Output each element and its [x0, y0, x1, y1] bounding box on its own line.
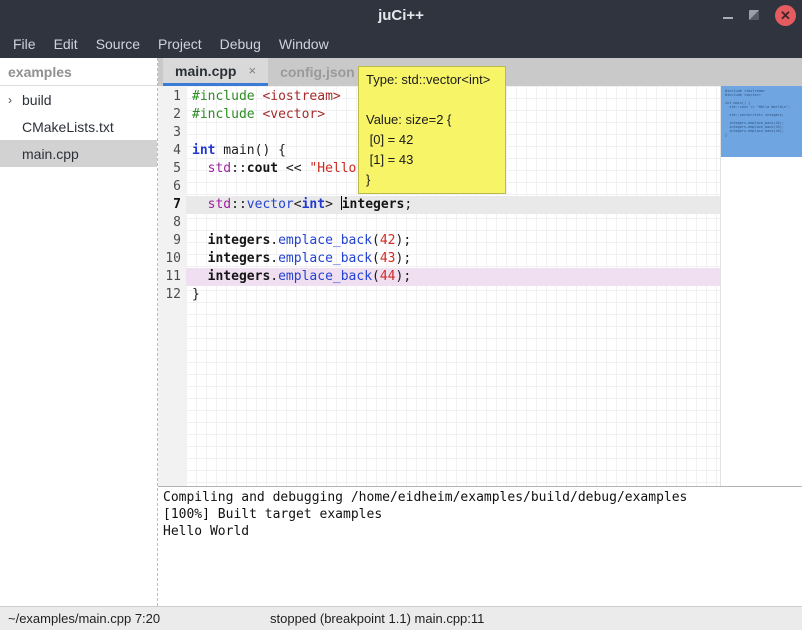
tree-item-label: CMakeLists.txt: [22, 119, 114, 135]
code-token: .: [270, 269, 278, 284]
build-output-terminal[interactable]: Compiling and debugging /home/eidheim/ex…: [158, 486, 802, 606]
code-token: <: [294, 197, 302, 212]
tree-item-cmakelists-txt[interactable]: CMakeLists.txt: [0, 113, 157, 140]
code-line-9: integers.emplace_back(42);: [186, 232, 720, 250]
minimap[interactable]: #include <iostream> #include <vector> in…: [720, 86, 802, 486]
code-token: emplace_back: [278, 251, 372, 266]
code-token: .: [270, 233, 278, 248]
code-token: integers: [208, 269, 271, 284]
code-token: <<: [278, 161, 309, 176]
line-number: 2: [158, 106, 186, 124]
expander-chevron-icon[interactable]: ›: [8, 93, 22, 107]
tab-label: config.json: [280, 64, 355, 80]
code-token: integers: [342, 197, 405, 212]
code-token: ::: [231, 161, 247, 176]
line-number: 1: [158, 88, 186, 106]
code-token: int: [192, 143, 215, 158]
project-name-header: examples: [0, 58, 157, 86]
line-number: 8: [158, 214, 186, 232]
code-token: 42: [380, 233, 396, 248]
file-tree-sidebar: examples ›build CMakeLists.txt main.cpp: [0, 58, 158, 606]
line-number: 9: [158, 232, 186, 250]
menu-item-window[interactable]: Window: [270, 30, 338, 58]
code-line-8: [186, 214, 720, 232]
code-token: #include: [192, 89, 255, 104]
code-token: ;: [404, 197, 412, 212]
code-token: (: [372, 269, 380, 284]
code-token: cout: [247, 161, 278, 176]
line-number: 11: [158, 268, 186, 286]
tab-label: main.cpp: [175, 63, 236, 79]
cursor-location-status: ~/examples/main.cpp 7:20: [0, 611, 160, 626]
code-token: std: [208, 161, 231, 176]
code-token: [192, 251, 208, 266]
code-token: [192, 269, 208, 284]
code-token: );: [396, 269, 412, 284]
file-tree: ›build CMakeLists.txt main.cpp: [0, 86, 157, 167]
tree-item-label: build: [22, 92, 52, 108]
code-line-10: integers.emplace_back(43);: [186, 250, 720, 268]
code-token: #include: [192, 107, 255, 122]
code-token: std: [208, 197, 231, 212]
code-token: main() {: [215, 143, 285, 158]
code-token: (: [372, 251, 380, 266]
code-token: emplace_back: [278, 233, 372, 248]
line-number: 12: [158, 286, 186, 304]
tree-item-main-cpp[interactable]: main.cpp: [0, 140, 157, 167]
restore-icon[interactable]: [749, 10, 759, 20]
tab-config-json[interactable]: config.json: [268, 58, 367, 86]
tree-item-build[interactable]: ›build: [0, 86, 157, 113]
tab-main-cpp[interactable]: main.cpp ×: [163, 58, 268, 86]
code-token: .: [270, 251, 278, 266]
code-token: }: [192, 287, 200, 302]
code-token: (: [372, 233, 380, 248]
code-token: [192, 161, 208, 176]
menu-item-source[interactable]: Source: [87, 30, 149, 58]
minimap-viewport[interactable]: #include <iostream> #include <vector> in…: [721, 86, 802, 157]
code-token: );: [396, 251, 412, 266]
window-title: juCi++: [378, 7, 424, 24]
code-token: emplace_back: [278, 269, 372, 284]
code-token: integers: [208, 233, 271, 248]
close-icon[interactable]: ✕: [775, 5, 796, 26]
minimap-code-preview: #include <iostream> #include <vector> in…: [721, 86, 802, 137]
titlebar[interactable]: juCi++ ✕: [0, 0, 802, 30]
menu-item-edit[interactable]: Edit: [45, 30, 87, 58]
code-token: [192, 197, 208, 212]
tab-close-icon[interactable]: ×: [248, 63, 256, 78]
code-token: );: [396, 233, 412, 248]
line-number: 10: [158, 250, 186, 268]
menubar: FileEditSourceProjectDebugWindow: [0, 30, 802, 58]
code-token: vector: [247, 197, 294, 212]
code-token: 44: [380, 269, 396, 284]
line-number: 4: [158, 142, 186, 160]
code-token: <iostream>: [262, 89, 340, 104]
code-token: integers: [208, 251, 271, 266]
debug-value-tooltip: Type: std::vector<int> Value: size=2 { […: [358, 66, 506, 194]
code-line-7: std::vector<int> integers;: [186, 196, 720, 214]
terminal-output: Compiling and debugging /home/eidheim/ex…: [158, 487, 802, 540]
code-token: [192, 233, 208, 248]
menu-item-file[interactable]: File: [4, 30, 45, 58]
juci-window: juCi++ ✕ FileEditSourceProjectDebugWindo…: [0, 0, 802, 630]
code-token: >: [325, 197, 341, 212]
code-line-11: integers.emplace_back(44);: [186, 268, 720, 286]
line-number: 3: [158, 124, 186, 142]
line-number: 5: [158, 160, 186, 178]
code-token: 43: [380, 251, 396, 266]
status-bar: ~/examples/main.cpp 7:20 stopped (breakp…: [0, 606, 802, 630]
line-number: 7: [158, 196, 186, 214]
window-controls: ✕: [723, 0, 796, 30]
line-number: 6: [158, 178, 186, 196]
code-line-12: }: [186, 286, 720, 304]
menu-item-project[interactable]: Project: [149, 30, 211, 58]
debug-status: stopped (breakpoint 1.1) main.cpp:11: [270, 611, 484, 626]
tree-item-label: main.cpp: [22, 146, 79, 162]
code-token: int: [302, 197, 325, 212]
line-number-gutter: 123456789101112: [158, 86, 186, 486]
menu-item-debug[interactable]: Debug: [211, 30, 270, 58]
minimize-icon[interactable]: [723, 17, 733, 19]
code-token: <vector>: [262, 107, 325, 122]
code-token: ::: [231, 197, 247, 212]
